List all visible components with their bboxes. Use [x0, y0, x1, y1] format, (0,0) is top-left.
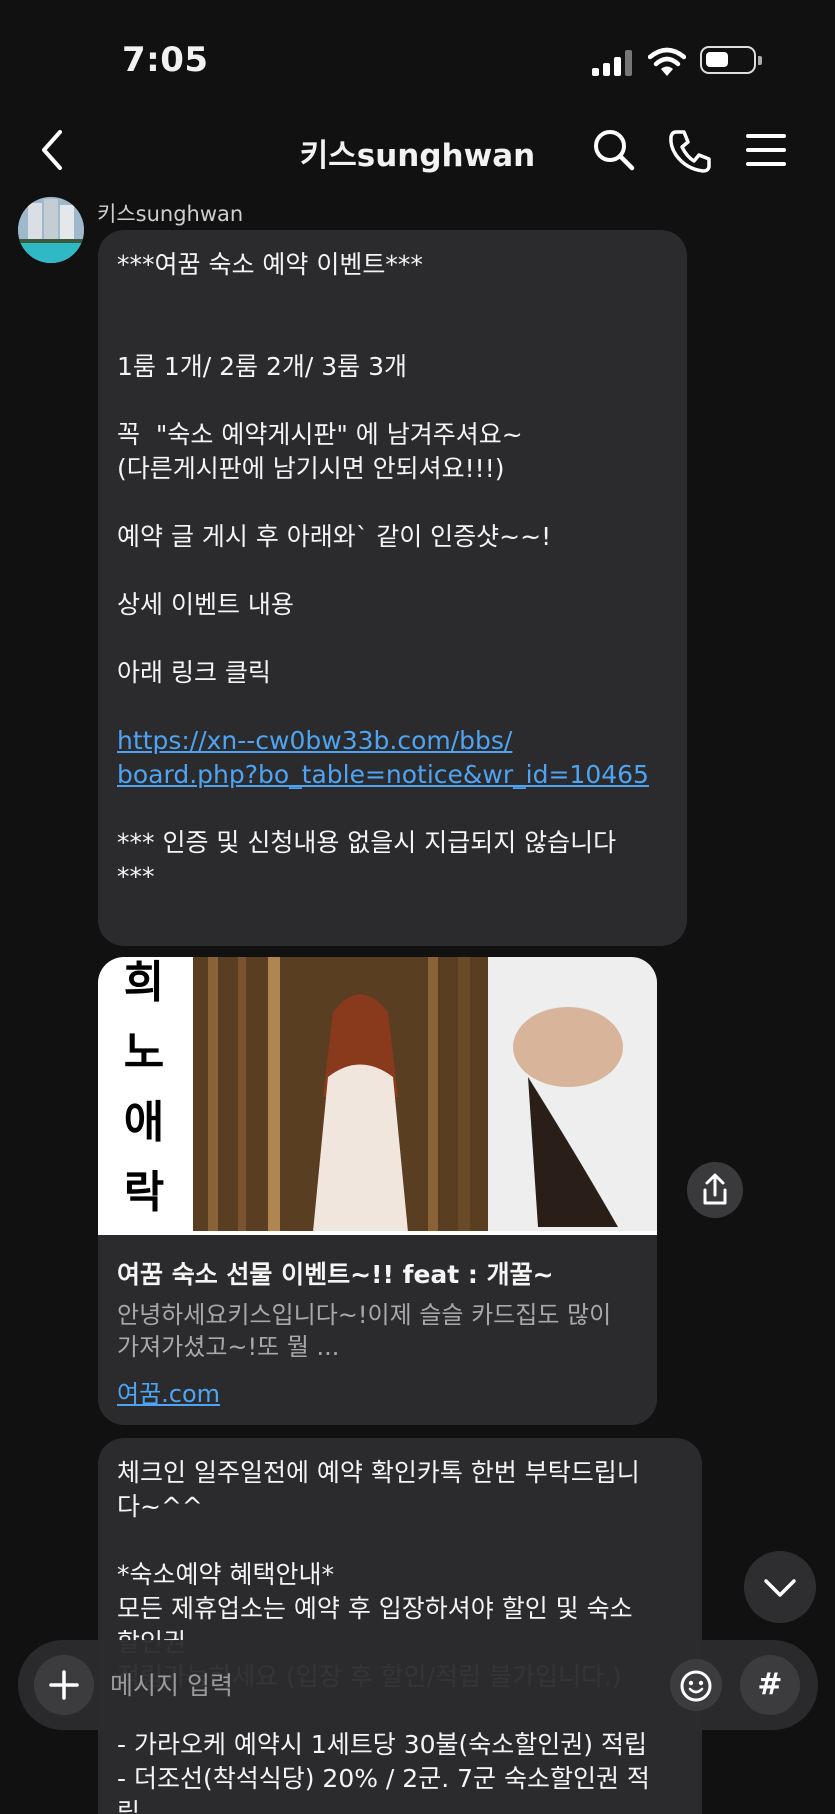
image-char-2: 노	[124, 1027, 164, 1078]
message-text: ***여꿈 숙소 예약 이벤트*** 1룸 1개/ 2룸 2개/ 3룸 3개 꼭…	[117, 248, 649, 894]
hashtag-button[interactable]: #	[740, 1655, 800, 1715]
message-composer: #	[18, 1640, 818, 1730]
status-bar: 7:05	[0, 0, 835, 110]
message-link[interactable]: https://xn--cw0bw33b.com/bbs/ board.php?…	[117, 726, 649, 789]
chat-header: 키스sunghwan	[0, 110, 835, 190]
message-body-text: ***여꿈 숙소 예약 이벤트*** 1룸 1개/ 2룸 2개/ 3룸 3개 꼭…	[117, 250, 552, 687]
message-bubble: 체크인 일주일전에 예약 확인카톡 한번 부탁드립니 다~^^ *숙소예약 혜택…	[98, 1438, 702, 1814]
menu-icon[interactable]	[742, 126, 790, 174]
emoji-icon[interactable]	[668, 1657, 724, 1713]
phone-icon[interactable]	[666, 126, 714, 174]
scroll-to-bottom-button[interactable]	[744, 1551, 816, 1623]
sender-name: 키스sunghwan	[97, 202, 244, 226]
message-bubble: ***여꿈 숙소 예약 이벤트*** 1룸 1개/ 2룸 2개/ 3룸 3개 꼭…	[98, 230, 687, 946]
link-preview-domain[interactable]: 여꿈.com	[117, 1374, 220, 1409]
image-char-1: 희	[124, 957, 164, 1008]
search-icon[interactable]	[590, 126, 638, 174]
image-char-4: 락	[124, 1167, 164, 1218]
avatar[interactable]	[18, 197, 84, 263]
battery-icon	[700, 46, 762, 74]
message-input[interactable]	[110, 1658, 670, 1712]
image-char-3: 애	[124, 1097, 164, 1148]
share-button[interactable]	[687, 1162, 743, 1218]
message-text: 체크인 일주일전에 예약 확인카톡 한번 부탁드립니 다~^^ *숙소예약 혜택…	[117, 1458, 650, 1814]
status-time: 7:05	[122, 40, 209, 80]
message-footer-text: *** 인증 및 신청내용 없을시 지급되지 않습니다 ***	[117, 828, 617, 891]
cellular-signal-icon	[592, 50, 634, 76]
link-preview-description: 안녕하세요키스입니다~!이제 슬슬 카드집도 많이 가져가셨고~!또 뭘 ...	[117, 1301, 612, 1361]
link-preview-image: 희 노 애 락	[98, 957, 657, 1235]
attach-button[interactable]	[34, 1655, 94, 1715]
wifi-icon	[648, 47, 686, 76]
link-preview-card[interactable]: 희 노 애 락 여꿈 숙소 선물 이벤트~!! feat : 개꿀~ 안녕하세요…	[98, 957, 657, 1425]
link-preview-title: 여꿈 숙소 선물 이벤트~!! feat : 개꿀~	[117, 1260, 554, 1289]
